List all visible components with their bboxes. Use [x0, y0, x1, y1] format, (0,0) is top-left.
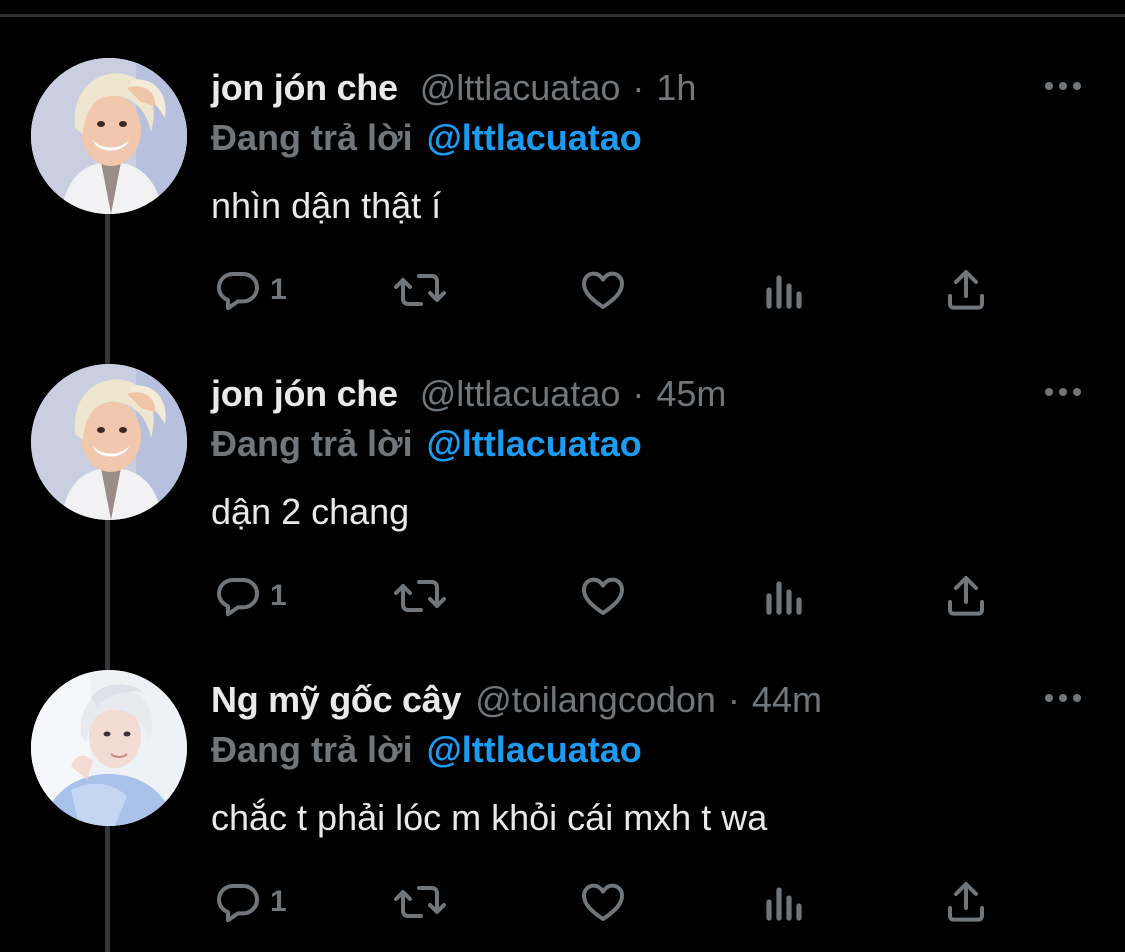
tweet[interactable]: Ng mỹ gốc cây @toilangcodon · 44m Đang t… — [0, 612, 1125, 923]
timestamp[interactable]: 45m — [656, 372, 726, 416]
retweet-button[interactable] — [393, 874, 447, 930]
like-button[interactable] — [579, 874, 627, 930]
timestamp[interactable]: 1h — [656, 66, 696, 110]
user-handle[interactable]: @toilangcodon — [475, 678, 716, 722]
replying-to-handle[interactable]: @lttlacuatao — [427, 729, 642, 770]
separator-dot: · — [727, 679, 740, 720]
user-handle[interactable]: @lttlacuatao — [420, 66, 621, 110]
tweet[interactable]: jon jón che @lttlacuatao · 45m Đang trả … — [0, 306, 1125, 617]
replying-label: Đang trả lời — [211, 423, 413, 464]
tweet-header: jon jón che @lttlacuatao · 45m — [211, 372, 726, 416]
avatar-blonde-person-image — [31, 58, 187, 214]
display-name[interactable]: Ng mỹ gốc cây — [211, 678, 462, 722]
tweet-header: jon jón che @lttlacuatao · 1h — [211, 66, 696, 110]
replying-to-handle[interactable]: @lttlacuatao — [427, 423, 642, 464]
avatar-blonde-person-image — [31, 364, 187, 520]
analytics-icon — [766, 887, 802, 921]
replying-to: Đang trả lời @lttlacuatao — [211, 116, 642, 160]
tweet-text: dận 2 chang — [211, 491, 410, 532]
replying-label: Đang trả lời — [211, 117, 413, 158]
timestamp[interactable]: 44m — [752, 678, 822, 722]
avatar[interactable] — [31, 670, 187, 826]
replying-label: Đang trả lời — [211, 729, 413, 770]
more-options-icon[interactable] — [1043, 384, 1083, 400]
reply-button[interactable]: 1 — [214, 874, 287, 930]
reply-count: 1 — [270, 579, 287, 612]
tweet[interactable]: jon jón che @lttlacuatao · 1h Đang trả l… — [0, 0, 1125, 311]
reply-count: 1 — [270, 273, 287, 306]
user-handle[interactable]: @lttlacuatao — [420, 372, 621, 416]
share-button[interactable] — [942, 874, 990, 930]
avatar[interactable] — [31, 364, 187, 520]
avatar[interactable] — [31, 58, 187, 214]
avatar-silver-hair-person-image — [31, 670, 187, 826]
replying-to: Đang trả lời @lttlacuatao — [211, 422, 642, 466]
tweet-header: Ng mỹ gốc cây @toilangcodon · 44m — [211, 678, 822, 722]
replying-to: Đang trả lời @lttlacuatao — [211, 728, 642, 772]
retweet-icon — [394, 886, 446, 918]
more-options-icon[interactable] — [1043, 690, 1083, 706]
tweet-text: nhìn dận thật í — [211, 185, 442, 226]
tweet-text: chắc t phải lóc m khỏi cái mxh t wa — [211, 797, 768, 838]
more-options-icon[interactable] — [1043, 78, 1083, 94]
reply-count: 1 — [270, 885, 287, 918]
separator-dot: · — [632, 67, 645, 108]
like-icon — [582, 883, 624, 921]
analytics-button[interactable] — [763, 874, 807, 930]
share-icon — [948, 882, 984, 922]
replying-to-handle[interactable]: @lttlacuatao — [427, 117, 642, 158]
separator-dot: · — [632, 373, 645, 414]
display-name[interactable]: jon jón che — [211, 372, 398, 416]
tweet-actions: 1 — [0, 874, 1125, 930]
reply-icon — [217, 884, 259, 923]
display-name[interactable]: jon jón che — [211, 66, 398, 110]
